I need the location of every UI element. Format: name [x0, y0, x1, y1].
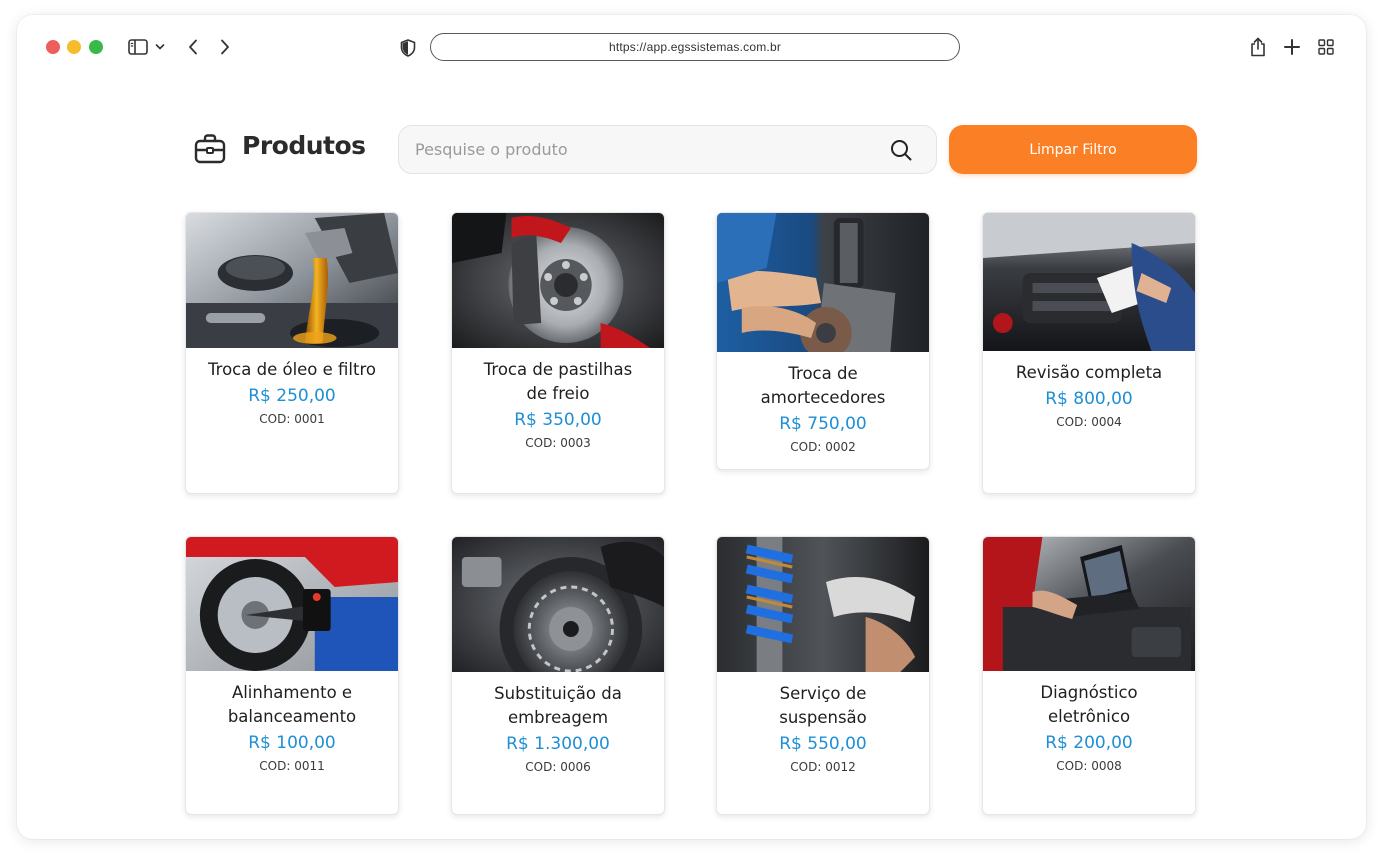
product-image: [186, 213, 398, 348]
minimize-window-button[interactable]: [67, 40, 81, 54]
product-name: Troca de pastilhas de freio: [483, 360, 633, 403]
close-window-button[interactable]: [46, 40, 60, 54]
product-card[interactable]: Substituição da embreagem R$ 1.300,00 CO…: [451, 536, 665, 815]
product-image: [983, 213, 1195, 351]
product-image: [983, 537, 1195, 671]
product-price: R$ 750,00: [779, 414, 867, 434]
briefcase-icon: [193, 133, 227, 165]
clear-filter-button[interactable]: Limpar Filtro: [949, 125, 1197, 174]
product-card[interactable]: Diagnóstico eletrônico R$ 200,00 COD: 00…: [982, 536, 1196, 815]
product-code: COD: 0004: [1056, 415, 1122, 429]
product-price: R$ 250,00: [248, 386, 336, 406]
product-image: [717, 213, 929, 352]
page-title: Produtos: [242, 131, 366, 160]
new-tab-plus-icon[interactable]: [1282, 37, 1302, 57]
product-image: [452, 537, 664, 672]
product-price: R$ 200,00: [1045, 733, 1133, 753]
product-price: R$ 550,00: [779, 734, 867, 754]
search-input[interactable]: [415, 126, 875, 173]
product-card[interactable]: Troca de amortecedores R$ 750,00 COD: 00…: [716, 212, 930, 470]
product-image: [717, 537, 929, 672]
url-bar[interactable]: https://app.egssistemas.com.br: [430, 33, 960, 61]
chevron-down-icon[interactable]: [154, 39, 166, 55]
product-card[interactable]: Revisão completa R$ 800,00 COD: 0004: [982, 212, 1196, 494]
product-code: COD: 0006: [525, 760, 591, 774]
browser-window: https://app.egssistemas.com.br Produtos …: [17, 15, 1366, 839]
product-card[interactable]: Troca de óleo e filtro R$ 250,00 COD: 00…: [185, 212, 399, 494]
product-image: [452, 213, 664, 348]
product-price: R$ 800,00: [1045, 389, 1133, 409]
product-image: [186, 537, 398, 671]
shield-icon[interactable]: [398, 38, 418, 58]
url-text: https://app.egssistemas.com.br: [608, 40, 782, 54]
product-name: Troca de óleo e filtro: [208, 360, 376, 379]
product-price: R$ 1.300,00: [506, 734, 610, 754]
product-card[interactable]: Serviço de suspensão R$ 550,00 COD: 0012: [716, 536, 930, 815]
browser-toolbar: https://app.egssistemas.com.br: [17, 15, 1366, 79]
product-name: Revisão completa: [1015, 363, 1163, 382]
product-name: Alinhamento e balanceamento: [227, 683, 357, 726]
product-name: Substituição da embreagem: [494, 684, 622, 727]
product-code: COD: 0008: [1056, 759, 1122, 773]
share-icon[interactable]: [1248, 36, 1268, 58]
sidebar-toggle-icon[interactable]: [127, 37, 149, 57]
product-code: COD: 0003: [525, 436, 591, 450]
product-code: COD: 0002: [790, 440, 856, 454]
product-code: COD: 0001: [259, 412, 325, 426]
product-card[interactable]: Troca de pastilhas de freio R$ 350,00 CO…: [451, 212, 665, 494]
search-icon[interactable]: [890, 139, 912, 161]
product-price: R$ 100,00: [248, 733, 336, 753]
search-box: [398, 125, 937, 174]
forward-arrow-icon[interactable]: [217, 37, 233, 57]
product-name: Diagnóstico eletrônico: [1040, 683, 1138, 726]
maximize-window-button[interactable]: [89, 40, 103, 54]
tab-overview-icon[interactable]: [1316, 37, 1336, 57]
product-name: Serviço de suspensão: [779, 684, 867, 727]
back-arrow-icon[interactable]: [185, 37, 201, 57]
product-name: Troca de amortecedores: [760, 364, 886, 407]
product-code: COD: 0011: [259, 759, 325, 773]
product-card[interactable]: Alinhamento e balanceamento R$ 100,00 CO…: [185, 536, 399, 815]
product-code: COD: 0012: [790, 760, 856, 774]
product-price: R$ 350,00: [514, 410, 602, 430]
